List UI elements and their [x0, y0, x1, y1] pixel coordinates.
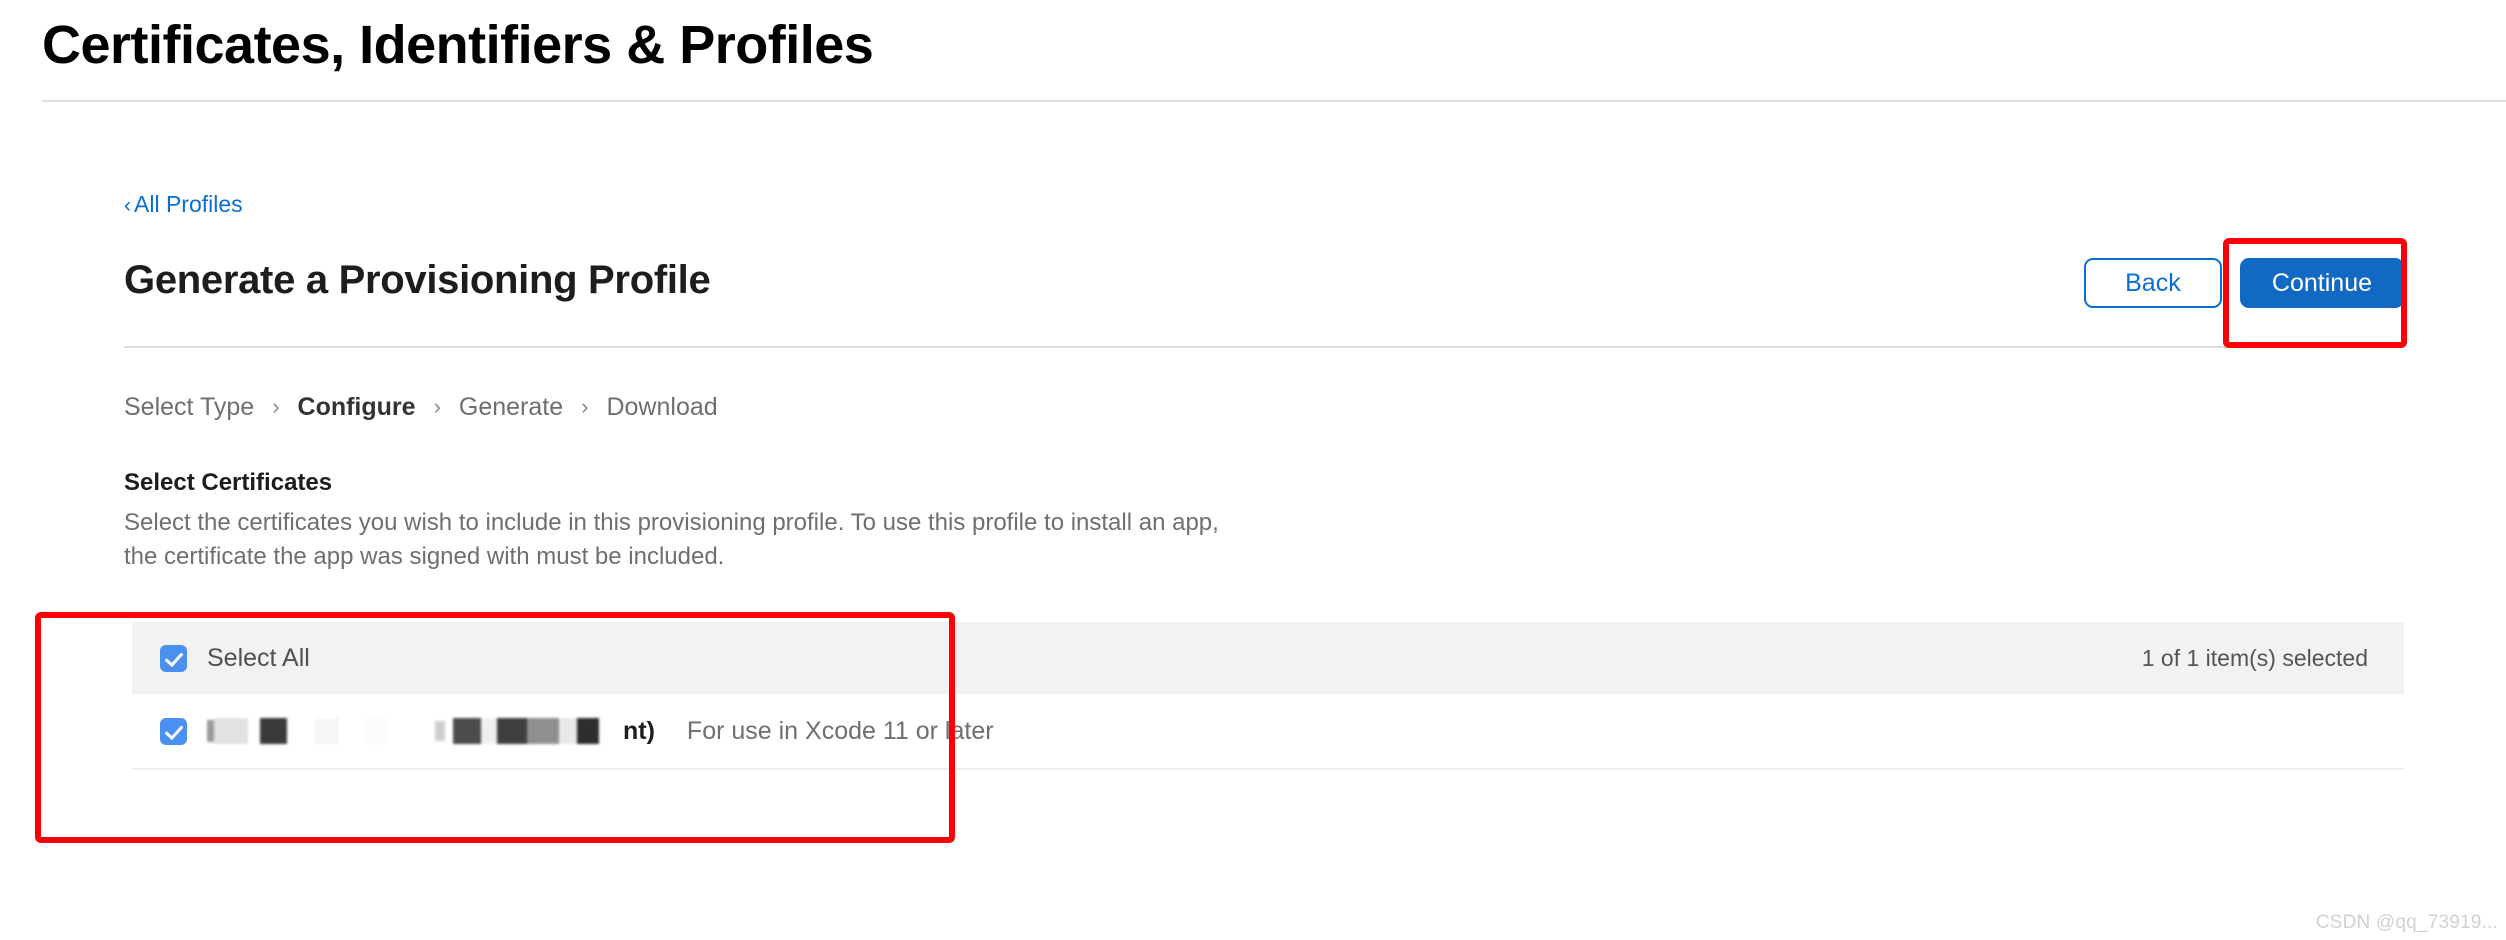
certificates-table: Select All 1 of 1 item(s) selected nt) F…: [132, 622, 2404, 770]
wizard-title-row: Generate a Provisioning Profile Back Con…: [124, 240, 2404, 346]
back-button[interactable]: Back: [2083, 258, 2222, 308]
wizard-title: Generate a Provisioning Profile: [124, 258, 711, 302]
certificate-usage-note: For use in Xcode 11 or later: [686, 716, 994, 745]
step-generate[interactable]: Generate: [459, 391, 563, 423]
selection-count-label: 1 of 1 item(s) selected: [2141, 644, 2368, 671]
title-divider: [124, 346, 2404, 348]
select-all-label: Select All: [207, 643, 310, 672]
step-configure[interactable]: Configure: [298, 391, 416, 423]
select-all-checkbox[interactable]: [160, 644, 187, 672]
wizard-actions: Back Continue: [2083, 258, 2404, 308]
certificate-row-content: nt) For use in Xcode 11 or later: [160, 714, 994, 748]
section-description-line-2: the certificate the app was signed with …: [124, 543, 725, 570]
step-separator-icon: ›: [581, 394, 589, 419]
breadcrumb-all-profiles-link[interactable]: ‹ All Profiles: [124, 190, 243, 220]
section-description-line-1: Select the certificates you wish to incl…: [124, 509, 1219, 536]
chevron-left-icon: ‹: [124, 194, 131, 217]
step-download[interactable]: Download: [606, 391, 717, 423]
header-divider: [42, 100, 2506, 102]
certificate-name-visible-tail: nt): [623, 716, 655, 745]
continue-button[interactable]: Continue: [2239, 258, 2404, 308]
select-all-group[interactable]: Select All: [160, 644, 310, 673]
step-separator-icon: ›: [272, 394, 280, 419]
page-header: Certificates, Identifiers & Profiles: [0, 0, 2506, 108]
page-title: Certificates, Identifiers & Profiles: [42, 15, 874, 75]
step-select-type[interactable]: Select Type: [124, 391, 254, 423]
table-row[interactable]: nt) For use in Xcode 11 or later: [132, 694, 2404, 770]
certificate-name-redacted: [207, 714, 599, 748]
step-separator-icon: ›: [433, 394, 441, 419]
breadcrumb-label: All Profiles: [134, 191, 243, 217]
certificates-table-header: Select All 1 of 1 item(s) selected: [132, 622, 2404, 694]
section-description: Select the certificates you wish to incl…: [124, 506, 1464, 574]
certificate-row-checkbox[interactable]: [160, 717, 187, 745]
section-title: Select Certificates: [124, 469, 333, 496]
watermark: CSDN @qq_73919...: [2315, 912, 2498, 933]
wizard-steps: Select Type › Configure › Generate › Dow…: [124, 391, 718, 423]
